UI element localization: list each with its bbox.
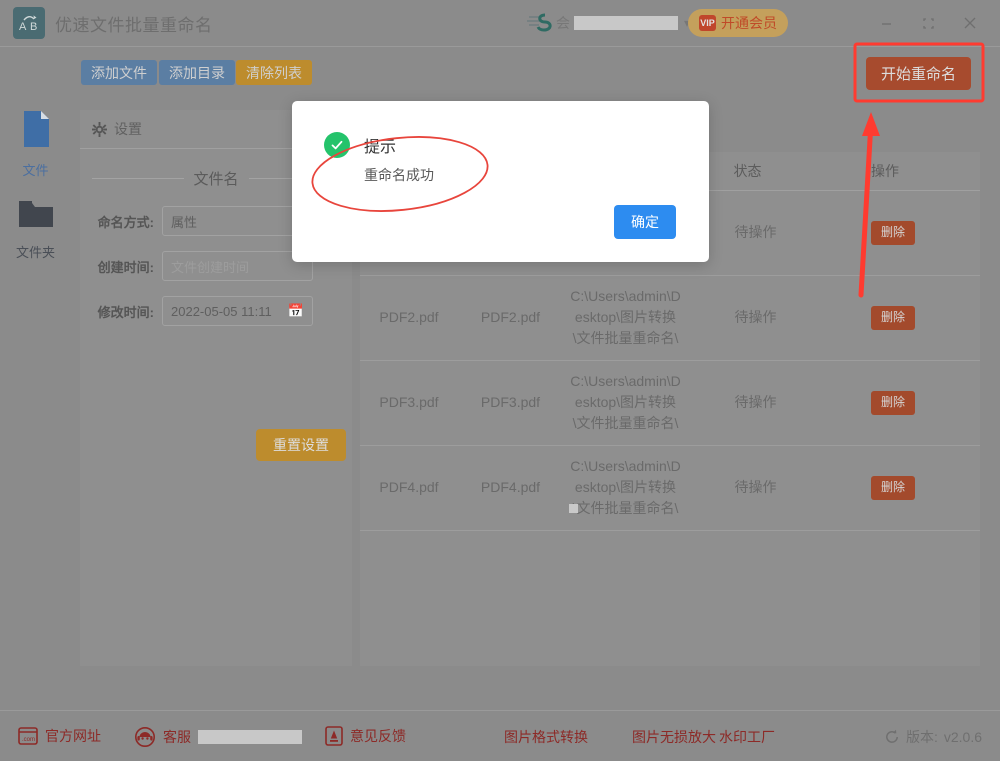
svg-text:B: B xyxy=(30,21,37,33)
account-area[interactable]: 会 ▾ VIP xyxy=(526,8,713,38)
cell-status: 待操作 xyxy=(688,307,823,328)
create-time-row: 创建时间: 文件创建时间 xyxy=(92,250,313,282)
app-logo-icon: A B xyxy=(13,7,45,39)
cell-action: 删除 xyxy=(823,306,963,330)
delete-button[interactable]: 删除 xyxy=(871,306,915,330)
headset-icon xyxy=(134,726,156,748)
cell-action: 删除 xyxy=(823,221,963,245)
sidebar-item-folder[interactable]: 文件夹 xyxy=(0,199,71,261)
table-row[interactable]: PDF2.pdf PDF2.pdf C:\Users\admin\Desktop… xyxy=(360,275,980,361)
modify-time-value: 2022-05-05 11:11 xyxy=(171,304,272,319)
cell-status: 待操作 xyxy=(688,392,823,413)
reset-settings-button[interactable]: 重置设置 xyxy=(256,429,346,461)
modify-time-row: 修改时间: 2022-05-05 11:11 📅 xyxy=(92,295,313,327)
application-window: A B 优速文件批量重命名 会 ▾ VIP VIP 开通会员 xyxy=(0,0,1000,760)
divider-left xyxy=(92,178,184,179)
vip-icon: VIP xyxy=(699,15,716,31)
clear-list-button[interactable]: 清除列表 xyxy=(236,60,312,85)
sidebar-item-file-label: 文件 xyxy=(0,160,71,179)
file-icon xyxy=(19,109,53,149)
version-label: 版本: xyxy=(906,727,938,747)
cell-path: C:\Users\admin\Desktop\图片转换\文件批量重命名\ xyxy=(563,286,688,349)
delete-button[interactable]: 删除 xyxy=(871,221,915,245)
svg-text:A: A xyxy=(19,21,27,33)
maximize-icon[interactable] xyxy=(914,9,942,37)
cell-path: C:\Users\admin\Desktop\图片转换\文件批量重命名\ xyxy=(563,456,688,519)
cell-action: 删除 xyxy=(823,476,963,500)
support-redaction xyxy=(198,730,302,744)
footer-link-image-convert[interactable]: 图片格式转换 xyxy=(504,727,588,747)
title-bar: A B 优速文件批量重命名 会 ▾ VIP VIP 开通会员 xyxy=(0,0,1000,47)
resize-handle[interactable] xyxy=(569,504,578,513)
table-row[interactable]: PDF4.pdf PDF4.pdf C:\Users\admin\Desktop… xyxy=(360,445,980,531)
footer-link-image-upscale[interactable]: 图片无损放大 xyxy=(632,727,716,747)
cell-filename: PDF3.pdf xyxy=(360,392,458,413)
pdf-feedback-icon xyxy=(325,726,343,746)
page-title: 优速文件批量重命名 xyxy=(55,11,213,36)
feedback-label: 意见反馈 xyxy=(350,726,406,746)
dialog-title: 提示 xyxy=(364,133,396,157)
cell-action: 删除 xyxy=(823,391,963,415)
create-time-input[interactable]: 文件创建时间 xyxy=(162,251,313,281)
account-name: 会 xyxy=(556,13,570,33)
svg-text:.com: .com xyxy=(22,737,35,743)
sidebar-item-folder-label: 文件夹 xyxy=(0,242,71,261)
rename-success-dialog: 提示 重命名成功 确定 xyxy=(292,101,709,262)
naming-mode-select[interactable]: 属性 xyxy=(162,206,313,236)
official-website-label: 官方网址 xyxy=(45,726,101,746)
delete-button[interactable]: 删除 xyxy=(871,476,915,500)
customer-support-link[interactable]: 客服 xyxy=(134,726,302,748)
close-icon[interactable] xyxy=(956,9,984,37)
delete-button[interactable]: 删除 xyxy=(871,391,915,415)
calendar-icon[interactable]: 📅 xyxy=(288,303,304,319)
cell-path: C:\Users\admin\Desktop\图片转换\文件批量重命名\ xyxy=(563,371,688,434)
footer-link-watermark[interactable]: 水印工厂 xyxy=(719,727,775,747)
open-membership-label: 开通会员 xyxy=(721,13,777,33)
start-rename-button[interactable]: 开始重命名 xyxy=(866,57,971,90)
feedback-link[interactable]: 意见反馈 xyxy=(325,726,406,746)
create-time-label: 创建时间: xyxy=(92,257,154,276)
cell-newname: PDF3.pdf xyxy=(458,392,563,413)
dotcom-icon: .com xyxy=(18,727,38,745)
dialog-message: 重命名成功 xyxy=(364,165,434,185)
gear-icon xyxy=(92,122,107,137)
version-area: 版本: v2.0.6 xyxy=(884,727,982,747)
section-label: 文件名 xyxy=(194,168,239,189)
naming-mode-row: 命名方式: 属性 xyxy=(92,205,313,237)
folder-icon xyxy=(17,199,55,231)
account-redaction xyxy=(574,16,678,30)
sidebar: 文件 文件夹 xyxy=(0,99,71,710)
modify-time-label: 修改时间: xyxy=(92,302,154,321)
cell-newname: PDF2.pdf xyxy=(458,307,563,328)
success-check-icon xyxy=(324,132,350,158)
modify-time-input[interactable]: 2022-05-05 11:11 📅 xyxy=(162,296,313,326)
refresh-icon[interactable] xyxy=(884,729,900,745)
brand-s-icon xyxy=(526,12,552,34)
cell-filename: PDF4.pdf xyxy=(360,477,458,498)
settings-header-label: 设置 xyxy=(114,119,142,139)
cell-filename: PDF2.pdf xyxy=(360,307,458,328)
official-website-link[interactable]: .com 官方网址 xyxy=(18,726,101,746)
open-membership-button[interactable]: VIP 开通会员 xyxy=(688,9,788,37)
version-value: v2.0.6 xyxy=(944,729,982,745)
add-file-button[interactable]: 添加文件 xyxy=(81,60,157,85)
naming-mode-label: 命名方式: xyxy=(92,212,154,231)
add-directory-button[interactable]: 添加目录 xyxy=(159,60,235,85)
column-header-action[interactable]: 操作 xyxy=(815,161,955,181)
dialog-ok-button[interactable]: 确定 xyxy=(614,205,676,239)
cell-status: 待操作 xyxy=(688,477,823,498)
table-row[interactable]: PDF3.pdf PDF3.pdf C:\Users\admin\Desktop… xyxy=(360,360,980,446)
customer-support-label: 客服 xyxy=(163,727,191,747)
cell-newname: PDF4.pdf xyxy=(458,477,563,498)
minimize-icon[interactable] xyxy=(872,9,900,37)
sidebar-item-file[interactable]: 文件 xyxy=(0,109,71,179)
